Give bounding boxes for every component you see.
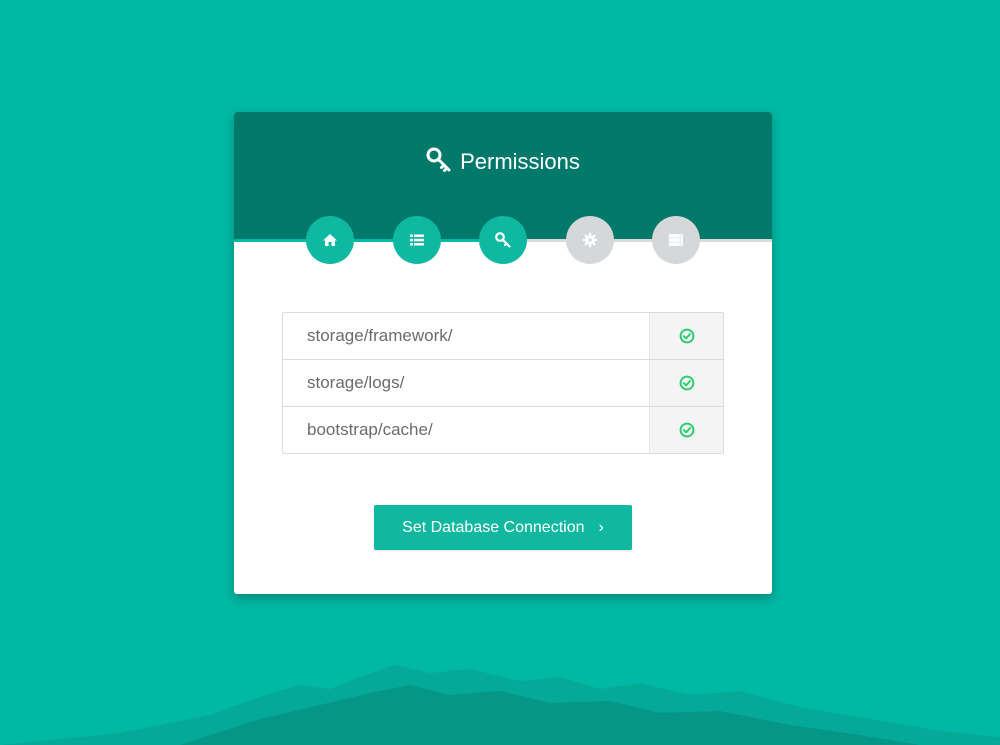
step-database[interactable] bbox=[652, 216, 700, 264]
step-permissions[interactable] bbox=[479, 216, 527, 264]
table-row: bootstrap/cache/ bbox=[283, 406, 723, 453]
step-requirements[interactable] bbox=[393, 216, 441, 264]
check-circle-icon bbox=[679, 422, 694, 438]
table-row: storage/logs/ bbox=[283, 359, 723, 406]
mountain-backdrop bbox=[0, 665, 1000, 745]
permission-status bbox=[649, 313, 723, 359]
key-icon bbox=[495, 232, 511, 248]
step-environment[interactable] bbox=[566, 216, 614, 264]
chevron-right-icon: › bbox=[598, 518, 604, 536]
list-icon bbox=[410, 234, 424, 246]
page-title: Permissions bbox=[234, 146, 772, 177]
next-button-label: Set Database Connection bbox=[402, 518, 585, 536]
gear-icon bbox=[583, 233, 597, 247]
home-icon bbox=[323, 234, 337, 246]
installer-card: Permissions storage/framework/ storage/l… bbox=[234, 112, 772, 594]
permission-path: storage/framework/ bbox=[307, 326, 453, 345]
set-database-connection-button[interactable]: Set Database Connection › bbox=[374, 505, 632, 550]
permission-status bbox=[649, 360, 723, 406]
server-icon bbox=[669, 234, 683, 246]
step-progress-fill bbox=[234, 239, 504, 242]
page-title-text: Permissions bbox=[460, 149, 580, 175]
key-icon bbox=[426, 147, 451, 173]
check-circle-icon bbox=[679, 328, 694, 344]
permission-status bbox=[649, 407, 723, 453]
table-row: storage/framework/ bbox=[283, 313, 723, 359]
step-welcome[interactable] bbox=[306, 216, 354, 264]
permission-path: storage/logs/ bbox=[307, 373, 405, 392]
permission-path: bootstrap/cache/ bbox=[307, 420, 433, 439]
check-circle-icon bbox=[679, 375, 694, 391]
permissions-table: storage/framework/ storage/logs/ bootstr… bbox=[282, 312, 724, 454]
